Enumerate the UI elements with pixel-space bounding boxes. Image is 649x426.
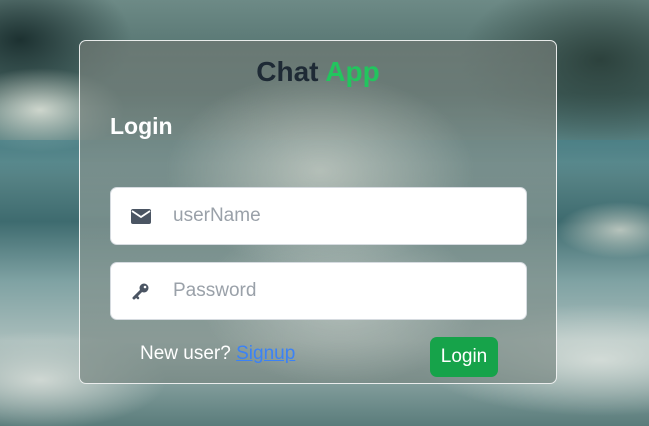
- password-input[interactable]: [171, 279, 515, 303]
- username-input[interactable]: [171, 204, 515, 228]
- login-button[interactable]: Login: [430, 337, 498, 377]
- signup-link[interactable]: Signup: [236, 343, 295, 364]
- form-heading: Login: [110, 113, 173, 139]
- app-title-main: Chat: [256, 56, 319, 87]
- password-field[interactable]: [110, 262, 527, 320]
- login-card: Chat App Login New user? Signup Login: [79, 40, 557, 384]
- envelope-icon: [111, 208, 171, 224]
- new-user-text: New user?: [140, 343, 231, 364]
- key-icon: [111, 282, 171, 300]
- app-title: Chat App: [80, 56, 556, 88]
- new-user-prompt: New user? Signup: [140, 343, 295, 365]
- app-title-accent: App: [325, 56, 380, 87]
- username-field[interactable]: [110, 187, 527, 245]
